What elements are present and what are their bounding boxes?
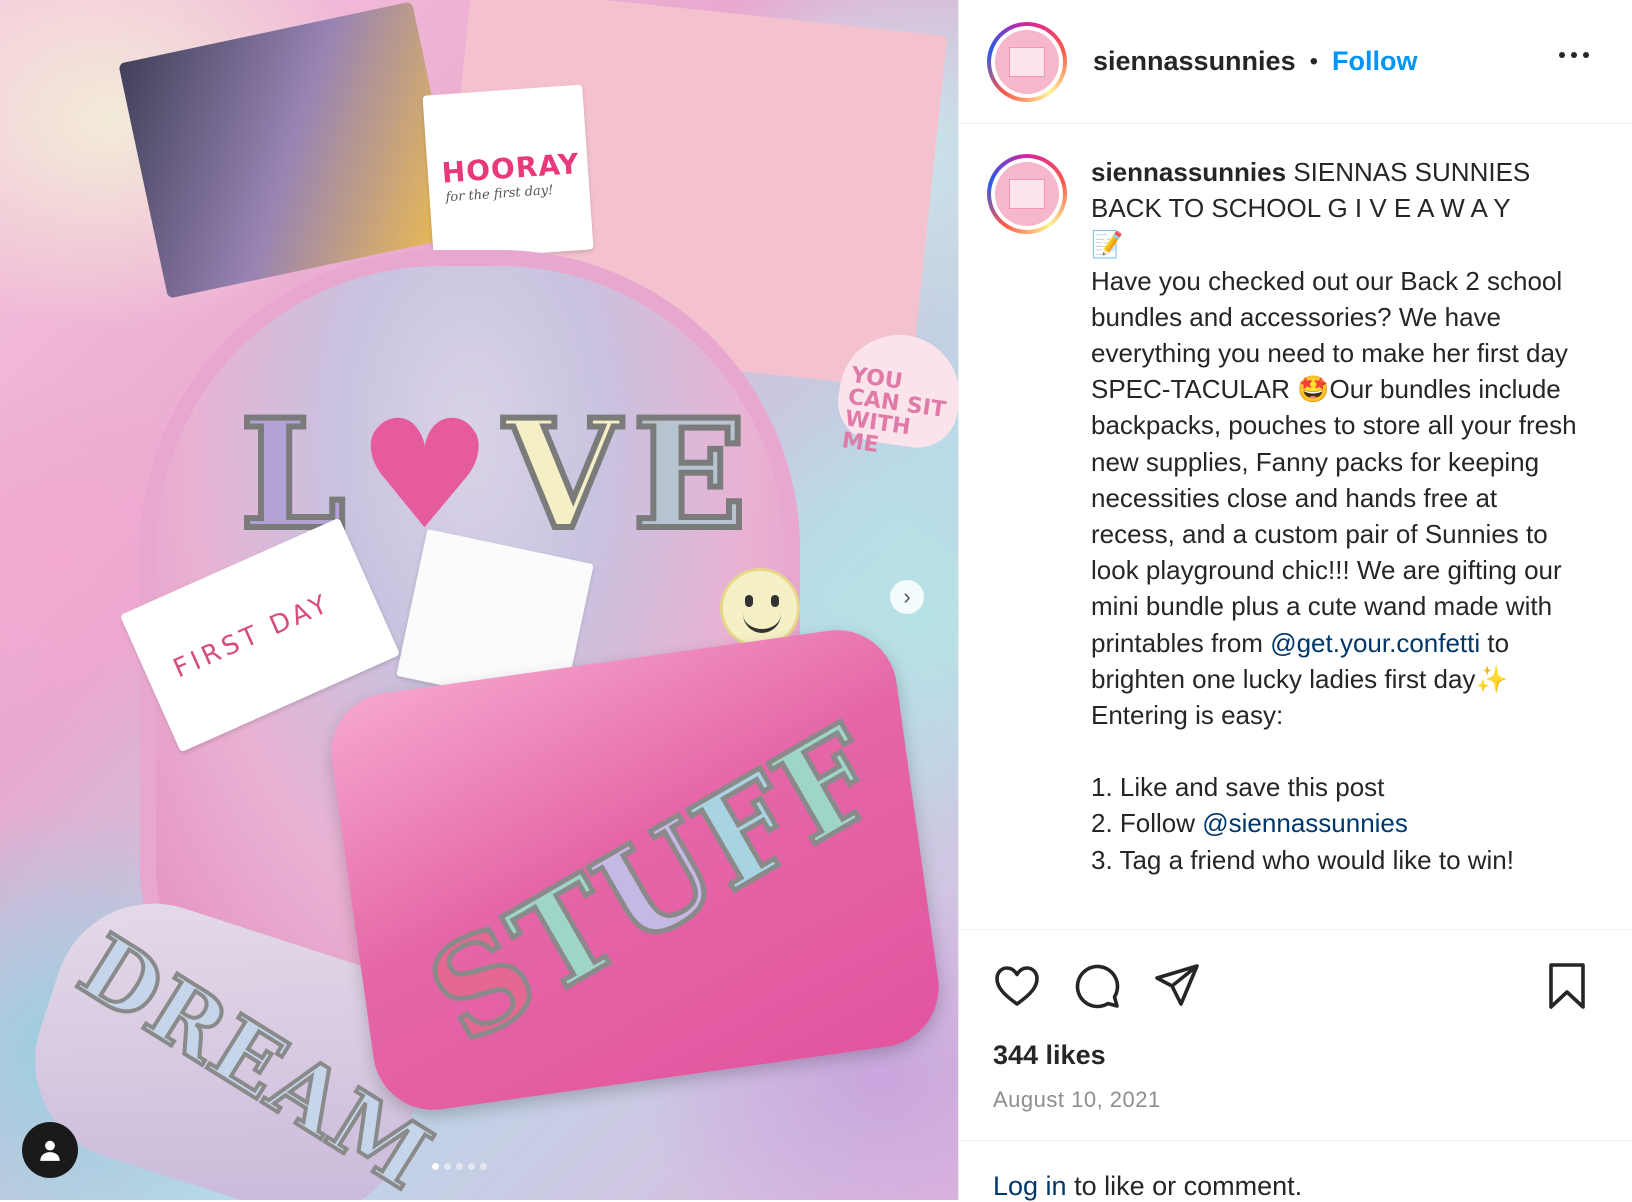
- mention-link[interactable]: @get.your.confetti: [1270, 628, 1480, 658]
- caption-text: siennassunnies SIENNAS SUNNIES BACK TO S…: [1091, 154, 1581, 929]
- hooray-card-title: HOORAY: [440, 147, 581, 190]
- carousel-indicator: [432, 1163, 487, 1170]
- carousel-dot: [468, 1163, 475, 1170]
- heart-icon: [995, 966, 1039, 1006]
- chevron-right-icon: ›: [903, 584, 911, 609]
- caption-username[interactable]: siennassunnies: [1091, 157, 1286, 187]
- caption-step-2: 2. Follow @siennassunnies: [1091, 808, 1408, 839]
- caption-body-b: Our bundles include backpacks, pouches t…: [1091, 374, 1584, 658]
- carousel-dot: [480, 1163, 487, 1170]
- post-sidebar: siennassunnies • Follow siennassunnies S…: [958, 0, 1632, 1201]
- header-username[interactable]: siennassunnies: [1093, 46, 1296, 77]
- bookmark-icon: [1549, 963, 1585, 1009]
- mention-link[interactable]: @siennassunnies: [1202, 808, 1408, 838]
- memo-emoji: 📝: [1091, 229, 1124, 260]
- star-struck-emoji: 🤩: [1297, 374, 1330, 405]
- comment-button[interactable]: [1073, 962, 1121, 1010]
- post-photo[interactable]: HOORAY for the first day! YOU CAN SIT WI…: [0, 0, 958, 1200]
- post-actions: 344 likes August 10, 2021: [959, 929, 1632, 1113]
- header-separator: •: [1309, 47, 1318, 75]
- caption-area[interactable]: siennassunnies SIENNAS SUNNIES BACK TO S…: [959, 124, 1632, 929]
- sit-with-me-sign-text: YOU CAN SIT WITH ME: [840, 362, 948, 459]
- love-letter-e: E: [629, 387, 749, 563]
- comment-icon: [1075, 964, 1120, 1009]
- avatar-image: [995, 162, 1059, 226]
- user-icon: [40, 1140, 60, 1161]
- carousel-dot: [432, 1163, 439, 1170]
- action-icons-row: [993, 962, 1605, 1010]
- caption-step-1: 1. Like and save this post: [1091, 772, 1385, 803]
- caption-step-3: 3. Tag a friend who would like to win!: [1091, 844, 1514, 875]
- share-button[interactable]: [1153, 962, 1201, 1010]
- love-heart-patch: ♥: [357, 387, 492, 563]
- login-prompt-text: to like or comment.: [1066, 1171, 1303, 1201]
- login-prompt: Log in to like or comment.: [959, 1140, 1632, 1201]
- likes-count[interactable]: 344 likes: [993, 1040, 1605, 1071]
- tagged-users-button[interactable]: [22, 1122, 78, 1178]
- more-horizontal-icon: [1559, 52, 1565, 58]
- like-button[interactable]: [993, 962, 1041, 1010]
- caption-intro: siennassunnies SIENNAS SUNNIES BACK TO S…: [1091, 154, 1581, 733]
- hooray-card: HOORAY for the first day!: [422, 84, 594, 261]
- post-date[interactable]: August 10, 2021: [993, 1087, 1605, 1113]
- login-link[interactable]: Log in: [993, 1171, 1067, 1201]
- caption-avatar[interactable]: [987, 154, 1067, 234]
- carousel-dot: [444, 1163, 451, 1170]
- carousel-next-button[interactable]: ›: [890, 580, 924, 614]
- love-letter-v: V: [501, 387, 623, 563]
- send-icon: [1155, 964, 1199, 1006]
- header-avatar[interactable]: [987, 21, 1067, 102]
- carousel-dot: [456, 1163, 463, 1170]
- sparkles-emoji: ✨: [1475, 663, 1508, 694]
- more-options-button[interactable]: [1559, 52, 1589, 58]
- instagram-post: HOORAY for the first day! YOU CAN SIT WI…: [0, 0, 1632, 1201]
- first-day-pennant-text: FIRST DAY: [169, 588, 336, 685]
- avatar-image: [995, 29, 1059, 94]
- post-header: siennassunnies • Follow: [959, 0, 1632, 124]
- follow-button[interactable]: Follow: [1332, 46, 1417, 77]
- save-button[interactable]: [1545, 962, 1589, 1010]
